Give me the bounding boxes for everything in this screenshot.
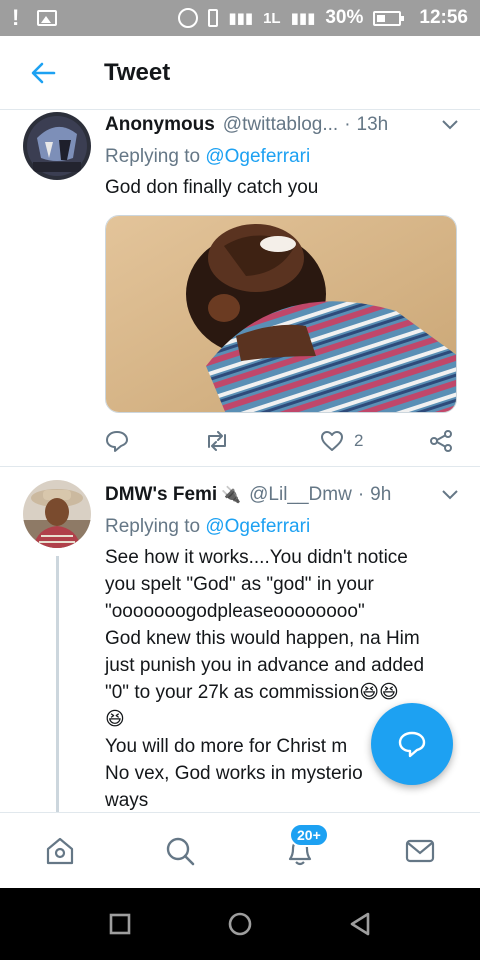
chevron-down-icon[interactable] (442, 114, 458, 136)
page-title: Tweet (104, 58, 171, 86)
tweet-time: 9h (370, 484, 392, 505)
back-system-button[interactable] (346, 910, 374, 938)
home-system-button[interactable] (226, 910, 254, 938)
mention-link[interactable]: @Ogeferrari (205, 146, 310, 167)
back-button[interactable] (0, 36, 86, 110)
reply-bubble-icon (398, 731, 426, 758)
bottom-nav (0, 812, 480, 888)
text-line: God knew this would happen, na Him (105, 628, 420, 649)
nav-search[interactable] (160, 831, 200, 871)
retweet-icon (208, 431, 227, 451)
circle-home-icon (228, 912, 252, 936)
status-bar: ! ▮▮▮ 1L ▮▮▮ 30% 12:56 (0, 0, 480, 36)
separator: · (344, 114, 351, 135)
avatar[interactable] (23, 112, 91, 180)
nav-home[interactable] (40, 831, 80, 871)
tweet-header: DMW's Femi 🔌 @Lil__Dmw · 9h (105, 482, 460, 508)
reply-icon (106, 431, 128, 452)
user-handle[interactable]: @Lil__Dmw (249, 484, 352, 506)
vibrate-icon (208, 9, 219, 27)
network-label: 1L (263, 9, 281, 27)
recents-button[interactable] (106, 910, 134, 938)
hotspot-icon (178, 8, 199, 28)
share-button[interactable] (429, 430, 453, 452)
nav-messages[interactable] (400, 831, 440, 871)
replying-to: Replying to @Ogeferrari (105, 516, 460, 538)
tweet-text: God don finally catch you (105, 177, 319, 198)
user-name[interactable]: Anonymous (105, 114, 215, 136)
app-header: Tweet (0, 36, 480, 110)
clock: 12:56 (419, 7, 468, 28)
signal-icon-2: ▮▮▮ (290, 10, 316, 27)
text-line: "0" to your 27k as commission😆😆 (105, 682, 399, 703)
like-count: 2 (354, 431, 364, 450)
reply-button[interactable] (105, 430, 204, 452)
text-line: See how it works....You didn't notice (105, 547, 408, 568)
text-line: ways (105, 790, 149, 811)
heart-icon (321, 431, 343, 451)
triangle-back-icon (350, 912, 370, 936)
battery-icon (373, 10, 405, 26)
messages-icon (405, 839, 435, 863)
avatar[interactable] (23, 480, 91, 548)
plug-emoji: 🔌 (221, 487, 242, 504)
signal-icon: ▮▮▮ (228, 10, 254, 27)
replying-label: Replying to (105, 146, 206, 167)
tweet-header: Anonymous @twittablog... · 13h (105, 112, 460, 138)
like-button[interactable]: 2 (320, 430, 429, 452)
user-name[interactable]: DMW's Femi (105, 484, 217, 506)
alert-icon: ! (12, 5, 20, 30)
chevron-down-icon[interactable] (442, 484, 458, 506)
divider (0, 466, 480, 467)
battery-percent: 30% (325, 7, 364, 28)
image-icon (37, 10, 58, 26)
system-nav-bar (0, 888, 480, 960)
replying-label: Replying to (105, 516, 206, 537)
separator: · (357, 484, 365, 505)
home-icon (46, 837, 74, 865)
compose-reply-button[interactable] (371, 703, 453, 785)
share-icon (430, 430, 452, 452)
replying-to: Replying to @Ogeferrari (105, 146, 460, 168)
user-handle[interactable]: @twittablog... (223, 114, 338, 136)
tweet-actions: 2 (105, 427, 453, 455)
mention-link[interactable]: @Ogeferrari (205, 516, 310, 537)
text-line: you spelt "God" as "god" in your (105, 574, 374, 595)
tweet[interactable]: Anonymous @twittablog... · 13h Replying … (0, 110, 480, 466)
retweet-button[interactable] (204, 431, 320, 451)
notifications-badge: 20+ (289, 823, 329, 847)
tweet-time: 13h (356, 114, 389, 135)
text-line: just punish you in advance and added (105, 655, 425, 676)
search-icon (166, 837, 195, 866)
text-line: "ooooooogodpleaseoooooooo" (105, 601, 365, 622)
recents-icon (109, 913, 131, 935)
tweet-image[interactable] (105, 215, 457, 413)
back-arrow-icon (31, 62, 56, 83)
